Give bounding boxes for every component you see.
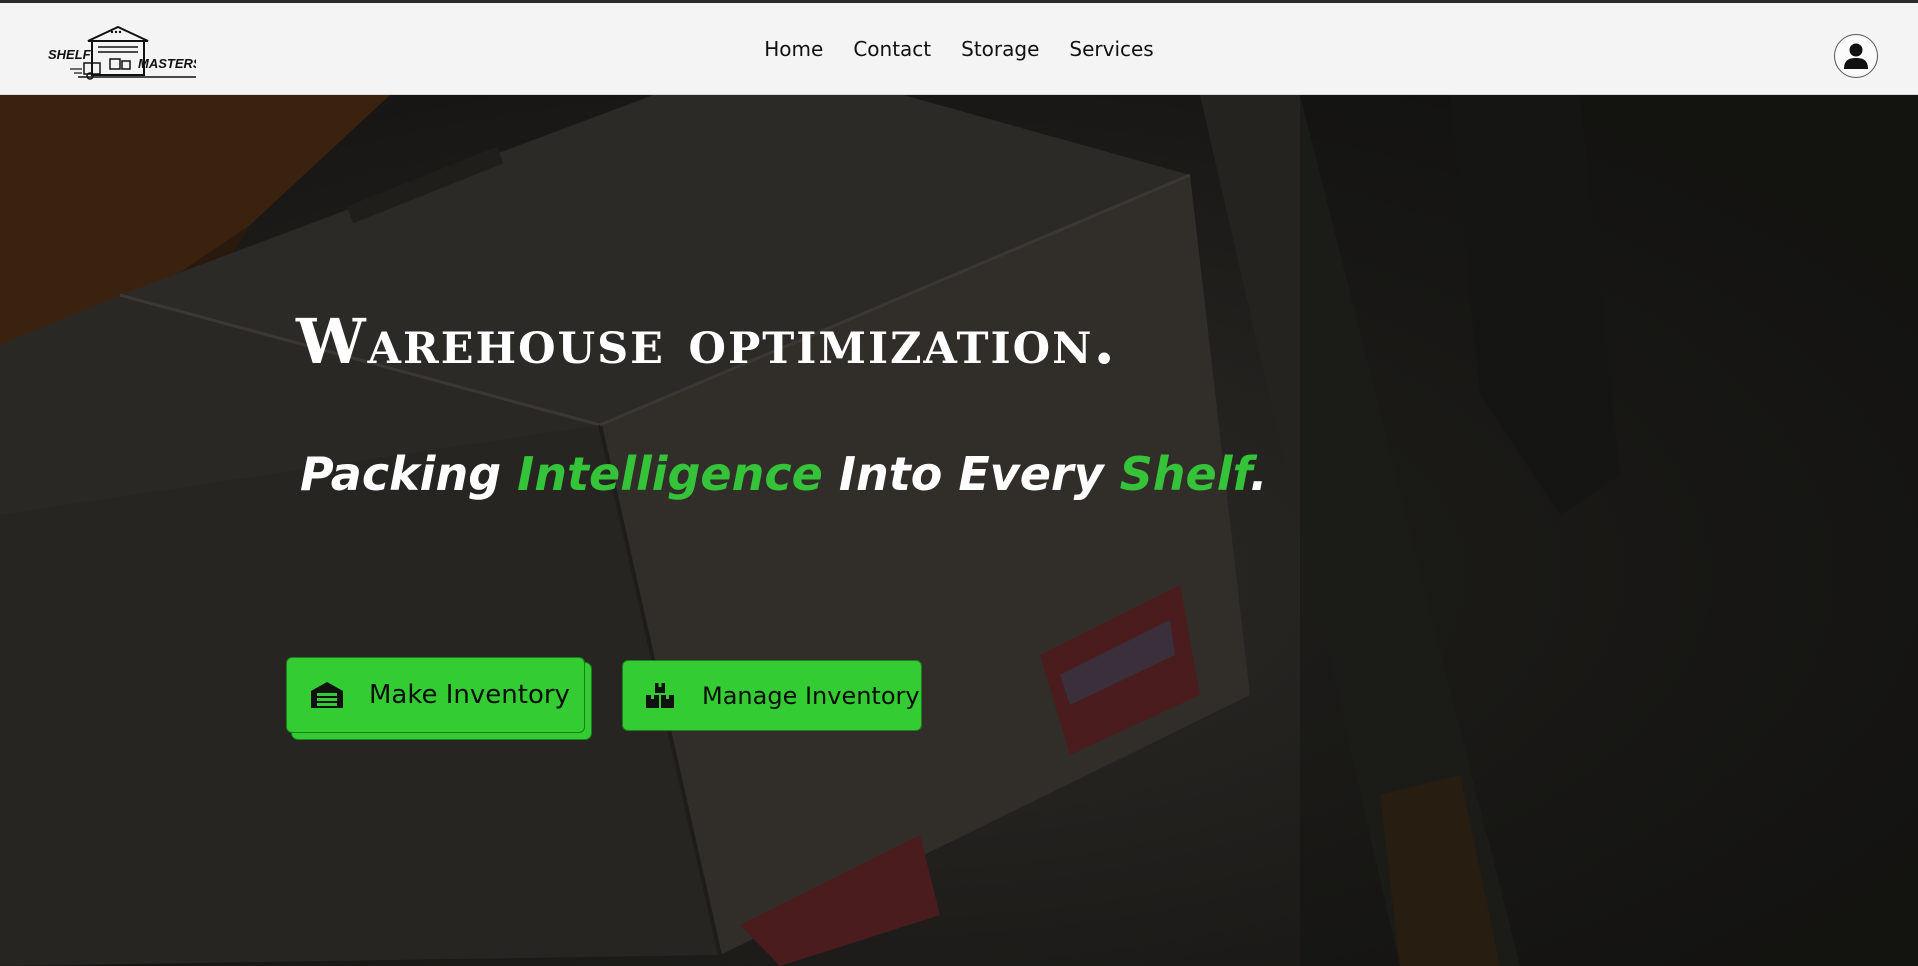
nav-contact-link[interactable]: Contact [853, 37, 931, 61]
main-nav: Home Contact Storage Services [0, 3, 1918, 94]
hero-subtitle-highlight-shelf: Shelf [1119, 447, 1250, 501]
nav-services-link[interactable]: Services [1069, 37, 1153, 61]
site-header: SHELF MASTERS Home Contact Storage Servi… [0, 3, 1918, 95]
logo-left-text: SHELF [48, 47, 92, 62]
account-button[interactable] [1834, 34, 1878, 78]
hero-subtitle-part2: Into Every [822, 447, 1120, 501]
hero-background-image [0, 95, 1918, 966]
hero-subtitle-part1: Packing [300, 447, 518, 501]
make-inventory-label: Make Inventory [369, 680, 570, 710]
hero-subtitle-period: . [1249, 447, 1268, 501]
hero-subtitle: Packing Intelligence Into Every Shelf. [300, 447, 1267, 501]
hero-section: Warehouse optimization. Packing Intellig… [0, 95, 1918, 966]
boxes-icon [640, 676, 680, 716]
hero-title: Warehouse optimization. [296, 305, 1117, 378]
nav-storage-link[interactable]: Storage [961, 37, 1039, 61]
make-inventory-button[interactable]: Make Inventory [286, 657, 585, 733]
page: SHELF MASTERS Home Contact Storage Servi… [0, 0, 1918, 966]
user-icon [1844, 43, 1868, 69]
manage-inventory-label: Manage Inventory [702, 681, 920, 710]
shelf-masters-logo[interactable]: SHELF MASTERS [48, 23, 196, 83]
logo-right-text: MASTERS [138, 56, 196, 71]
manage-inventory-button[interactable]: Manage Inventory [622, 660, 922, 731]
warehouse-door-icon [307, 675, 347, 715]
nav-home-link[interactable]: Home [764, 37, 823, 61]
hero-subtitle-highlight-intelligence: Intelligence [517, 447, 823, 501]
